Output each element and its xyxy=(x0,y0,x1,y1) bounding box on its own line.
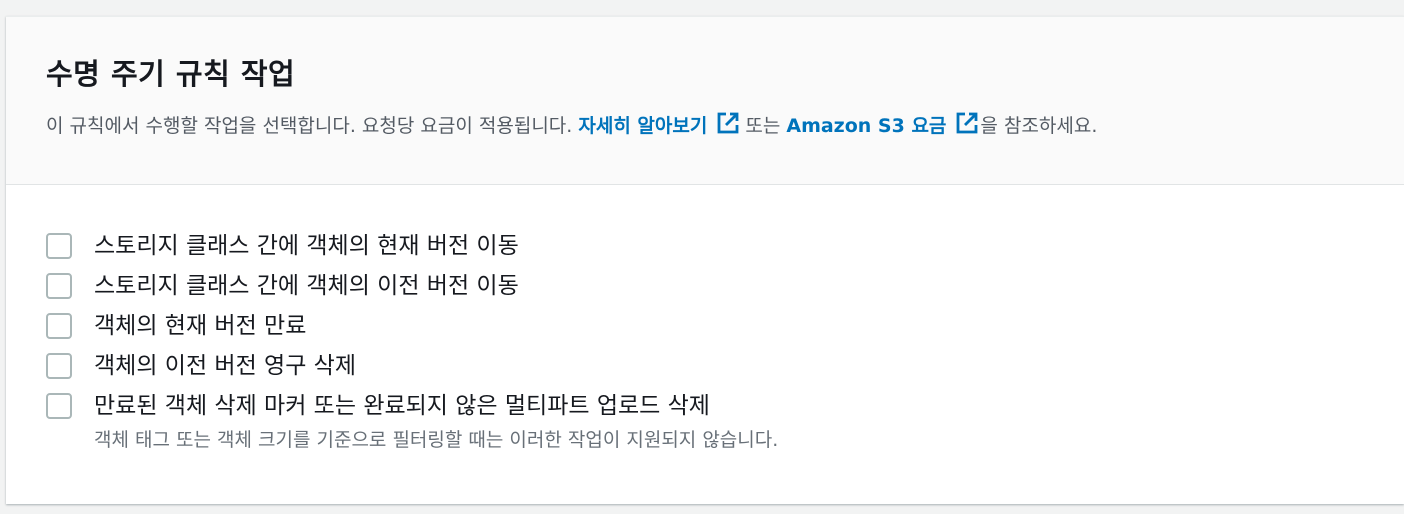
pricing-link[interactable]: Amazon S3 요금 xyxy=(786,112,980,137)
panel-header: 수명 주기 규칙 작업 이 규칙에서 수행할 작업을 선택합니다. 요청당 요금… xyxy=(6,17,1404,185)
action-checkbox[interactable] xyxy=(46,233,72,259)
lifecycle-actions-panel: 수명 주기 규칙 작업 이 규칙에서 수행할 작업을 선택합니다. 요청당 요금… xyxy=(6,16,1404,504)
panel-description: 이 규칙에서 수행할 작업을 선택합니다. 요청당 요금이 적용됩니다. 자세히… xyxy=(46,110,1097,140)
action-label[interactable]: 객체의 현재 버전 만료 xyxy=(94,310,306,342)
learn-more-label: 자세히 알아보기 xyxy=(578,115,708,137)
action-label[interactable]: 만료된 객체 삭제 마커 또는 완료되지 않은 멀티파트 업로드 삭제 xyxy=(94,390,710,422)
action-checkbox[interactable] xyxy=(46,273,72,299)
learn-more-link[interactable]: 자세히 알아보기 xyxy=(578,112,745,137)
external-link-icon xyxy=(717,112,739,134)
pricing-label: Amazon S3 요금 xyxy=(786,115,947,137)
description-suffix: 을 참조하세요. xyxy=(980,115,1098,137)
action-label[interactable]: 스토리지 클래스 간에 객체의 현재 버전 이동 xyxy=(94,230,519,262)
action-checkbox[interactable] xyxy=(46,353,72,379)
description-prefix: 이 규칙에서 수행할 작업을 선택합니다. 요청당 요금이 적용됩니다. xyxy=(46,115,579,137)
description-middle: 또는 xyxy=(745,115,781,137)
panel-title: 수명 주기 규칙 작업 xyxy=(46,57,296,91)
action-checkbox[interactable] xyxy=(46,313,72,339)
action-checkbox[interactable] xyxy=(46,393,72,419)
action-hint: 객체 태그 또는 객체 크기를 기준으로 필터링할 때는 이러한 작업이 지원되… xyxy=(94,429,779,451)
action-label[interactable]: 스토리지 클래스 간에 객체의 이전 버전 이동 xyxy=(94,270,519,302)
action-label[interactable]: 객체의 이전 버전 영구 삭제 xyxy=(94,350,356,382)
external-link-icon xyxy=(957,112,978,134)
